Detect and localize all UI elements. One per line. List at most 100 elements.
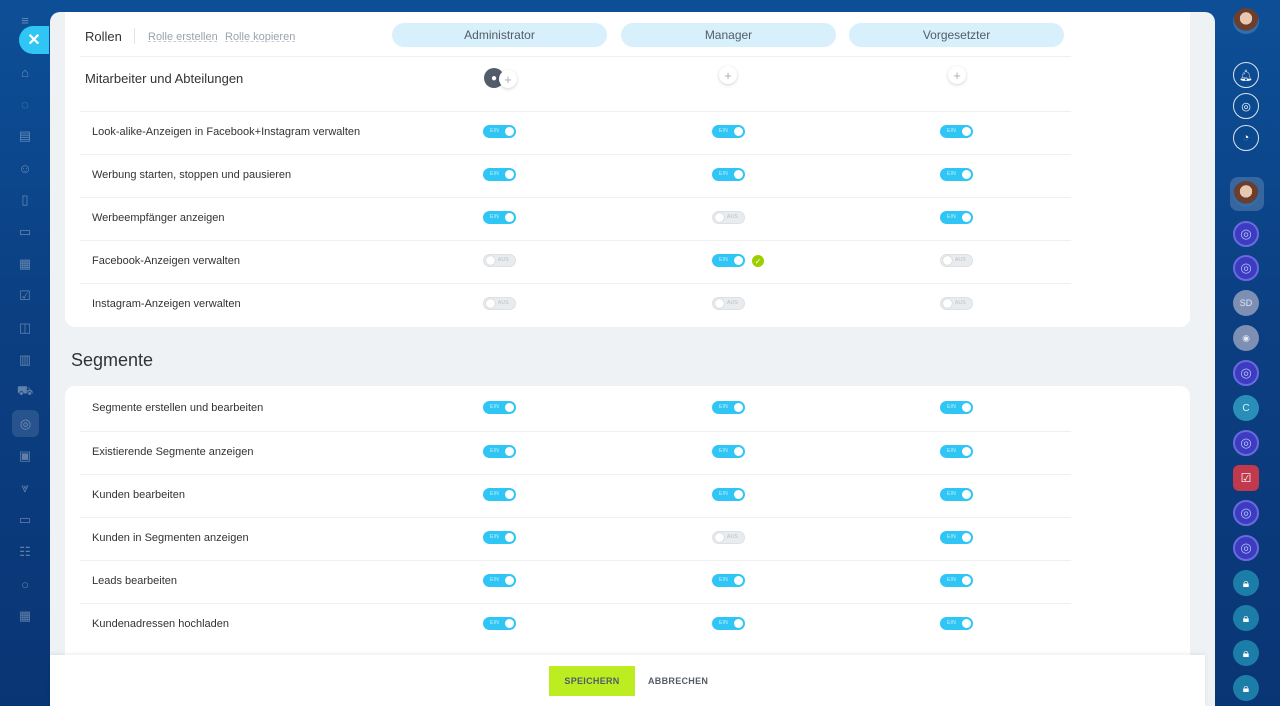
lock-icon[interactable]: 🔒︎ bbox=[1233, 675, 1259, 701]
role-header-administrator[interactable]: Administrator bbox=[392, 23, 607, 47]
permission-toggle[interactable]: EIN bbox=[712, 488, 745, 501]
permission-toggle[interactable]: EIN bbox=[712, 574, 745, 587]
toggle-knob bbox=[734, 127, 743, 136]
add-employee-button-vorgesetzter[interactable]: + bbox=[948, 66, 966, 84]
toggle-knob bbox=[715, 299, 724, 308]
open-channel-icon[interactable]: ◎ bbox=[1233, 93, 1259, 119]
permission-toggle[interactable]: EIN bbox=[712, 445, 745, 458]
docs-icon[interactable]: ▯ bbox=[13, 188, 37, 212]
presentation-icon[interactable]: ▭ bbox=[13, 508, 37, 532]
grid-icon[interactable]: ▦ bbox=[13, 604, 37, 628]
chat-avatar[interactable] bbox=[1233, 181, 1259, 207]
permission-toggle[interactable]: EIN bbox=[483, 617, 516, 630]
cancel-button[interactable]: ABBRECHEN bbox=[642, 666, 714, 696]
permission-row: Kundenadressen hochladen EIN EIN EIN bbox=[80, 603, 1071, 646]
toggle-knob bbox=[715, 533, 724, 542]
lock-icon[interactable]: 🔒︎ bbox=[1233, 605, 1259, 631]
sites-icon[interactable]: ▣ bbox=[13, 444, 37, 468]
toggle-state-label: AUS bbox=[955, 257, 966, 263]
open-channel-icon[interactable]: ◎ bbox=[1233, 255, 1259, 281]
permission-toggle[interactable]: AUS bbox=[483, 254, 516, 267]
chat-initials-sd[interactable]: SD bbox=[1233, 290, 1259, 316]
permission-toggle[interactable]: EIN bbox=[712, 125, 745, 138]
contacts-icon[interactable]: ☺ bbox=[13, 156, 37, 180]
permission-toggle[interactable]: EIN bbox=[712, 254, 745, 267]
lock-icon[interactable]: 🔒︎ bbox=[1233, 570, 1259, 596]
role-header-vorgesetzter[interactable]: Vorgesetzter bbox=[849, 23, 1064, 47]
permission-label: Leads bearbeiten bbox=[92, 575, 178, 587]
toggle-knob bbox=[734, 403, 743, 412]
permission-toggle[interactable]: EIN bbox=[483, 168, 516, 181]
permission-toggle[interactable]: EIN bbox=[940, 574, 973, 587]
permission-row: Instagram-Anzeigen verwalten AUS AUS AUS bbox=[80, 283, 1071, 326]
user-avatar[interactable] bbox=[1233, 8, 1259, 34]
create-role-link[interactable]: Rolle erstellen bbox=[148, 31, 218, 43]
permission-toggle[interactable]: AUS bbox=[940, 254, 973, 267]
lock-icon[interactable]: 🔒︎ bbox=[1233, 640, 1259, 666]
role-header-manager[interactable]: Manager bbox=[621, 23, 836, 47]
toggle-state-label: EIN bbox=[490, 491, 499, 497]
toggle-state-label: AUS bbox=[498, 300, 509, 306]
copy-role-link[interactable]: Rolle kopieren bbox=[225, 31, 295, 43]
permission-toggle[interactable]: EIN bbox=[940, 211, 973, 224]
task-icon[interactable]: ☑ bbox=[1233, 465, 1259, 491]
permission-toggle[interactable]: EIN bbox=[940, 488, 973, 501]
permission-toggle[interactable]: AUS bbox=[940, 297, 973, 310]
open-channel-icon[interactable]: ◎ bbox=[1233, 430, 1259, 456]
permission-label: Kundenadressen hochladen bbox=[92, 618, 230, 630]
add-employee-button-manager[interactable]: + bbox=[719, 66, 737, 84]
permission-toggle[interactable]: EIN bbox=[483, 574, 516, 587]
permission-toggle[interactable]: EIN bbox=[483, 488, 516, 501]
analytics-icon[interactable]: ▥ bbox=[13, 348, 37, 372]
crm-icon[interactable]: ▭ bbox=[13, 220, 37, 244]
home-icon[interactable]: ⌂ bbox=[13, 60, 37, 84]
permission-toggle[interactable]: EIN bbox=[940, 125, 973, 138]
add-employee-button-administrator[interactable]: + bbox=[499, 70, 517, 88]
permission-toggle[interactable]: EIN bbox=[940, 531, 973, 544]
permission-toggle[interactable]: AUS bbox=[712, 531, 745, 544]
globe-icon[interactable]: ○ bbox=[13, 572, 37, 596]
plus-icon: + bbox=[504, 71, 512, 87]
filter-icon[interactable]: ⩔ bbox=[13, 476, 37, 500]
shop-icon[interactable]: ⛟ bbox=[13, 380, 37, 404]
notifications-icon[interactable]: 🔔︎ bbox=[1233, 62, 1259, 88]
open-channel-icon[interactable]: ◎ bbox=[1233, 500, 1259, 526]
open-channel-icon[interactable]: ◎ bbox=[1233, 360, 1259, 386]
permission-toggle[interactable]: AUS bbox=[712, 211, 745, 224]
toggle-knob bbox=[505, 490, 514, 499]
permission-toggle[interactable]: AUS bbox=[483, 297, 516, 310]
save-button[interactable]: SPEICHERN bbox=[549, 666, 635, 696]
permission-toggle[interactable]: EIN bbox=[483, 211, 516, 224]
chat-avatar[interactable]: ◉ bbox=[1233, 325, 1259, 351]
open-channel-icon[interactable]: ◎ bbox=[1233, 221, 1259, 247]
close-slider-button[interactable]: ✕ bbox=[19, 26, 49, 54]
permission-toggle[interactable]: EIN bbox=[940, 168, 973, 181]
permission-toggle[interactable]: EIN bbox=[940, 617, 973, 630]
board-icon[interactable]: ▦ bbox=[13, 252, 37, 276]
permission-toggle[interactable]: EIN bbox=[483, 445, 516, 458]
toggle-knob bbox=[943, 299, 952, 308]
toggle-state-label: AUS bbox=[727, 214, 738, 220]
permission-toggle[interactable]: EIN bbox=[483, 531, 516, 544]
tasks-icon[interactable]: ▤ bbox=[13, 124, 37, 148]
permission-toggle[interactable]: EIN bbox=[712, 168, 745, 181]
toggle-knob bbox=[505, 127, 514, 136]
chat-search-icon[interactable]: ◔ bbox=[1233, 125, 1259, 151]
toggle-state-label: EIN bbox=[947, 404, 956, 410]
toggle-state-label: EIN bbox=[719, 257, 728, 263]
marketing-icon[interactable]: ◎ bbox=[12, 410, 39, 437]
permission-toggle[interactable]: EIN bbox=[712, 401, 745, 414]
employees-icon[interactable]: ☷ bbox=[13, 540, 37, 564]
feed-icon[interactable]: ◌ bbox=[13, 92, 37, 116]
permission-toggle[interactable]: EIN bbox=[940, 401, 973, 414]
close-icon: ✕ bbox=[27, 32, 41, 49]
permission-toggle[interactable]: AUS bbox=[712, 297, 745, 310]
permission-toggle[interactable]: EIN bbox=[940, 445, 973, 458]
open-channel-icon[interactable]: ◎ bbox=[1233, 535, 1259, 561]
permission-toggle[interactable]: EIN bbox=[483, 125, 516, 138]
checklist-icon[interactable]: ☑ bbox=[13, 284, 37, 308]
chat-initials-c[interactable]: C bbox=[1233, 395, 1259, 421]
chat-icon[interactable]: ◫ bbox=[13, 316, 37, 340]
permission-toggle[interactable]: EIN bbox=[712, 617, 745, 630]
permission-toggle[interactable]: EIN bbox=[483, 401, 516, 414]
